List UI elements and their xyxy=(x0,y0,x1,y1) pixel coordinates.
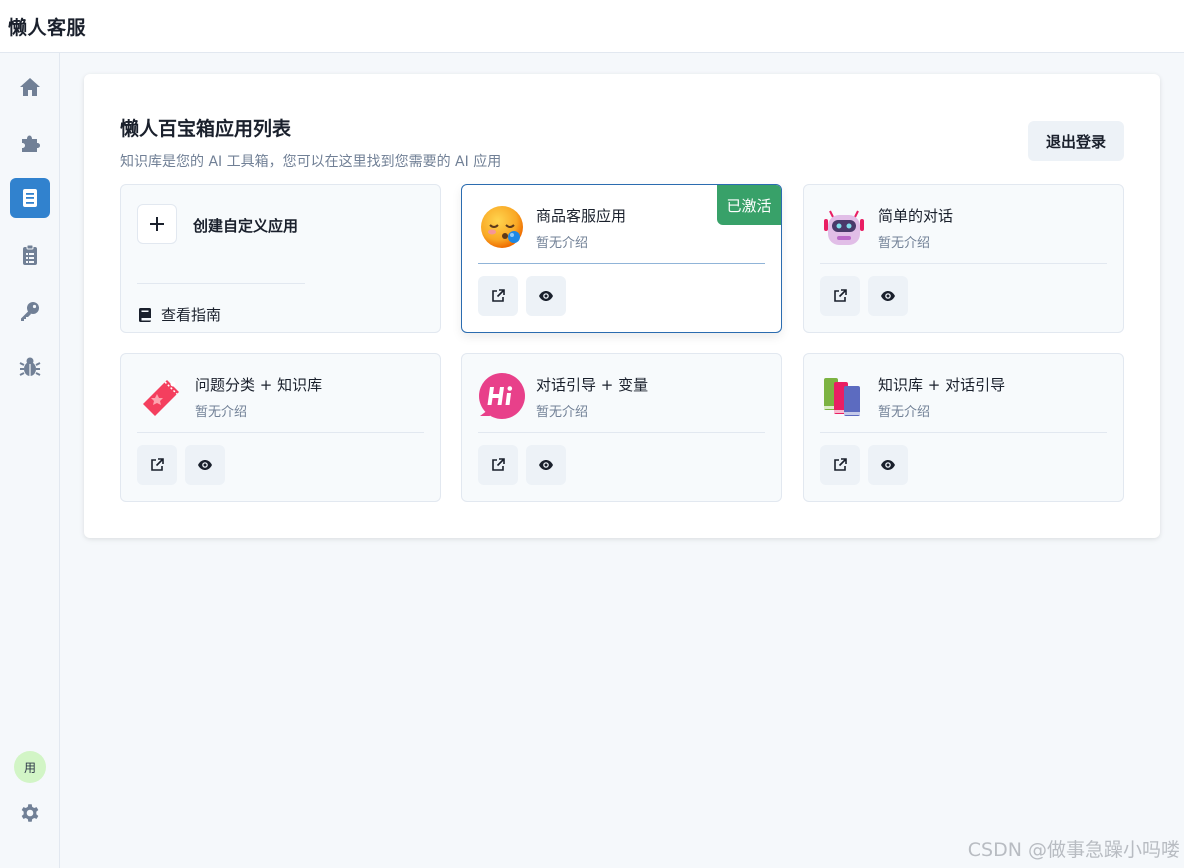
app-name: 知识库 + 对话引导 xyxy=(878,376,1006,394)
external-link-icon xyxy=(834,289,847,302)
external-link-icon xyxy=(151,458,164,471)
divider xyxy=(478,263,765,264)
view-guide-label: 查看指南 xyxy=(161,306,222,324)
bug-icon xyxy=(19,357,41,376)
sidebar-item-home[interactable] xyxy=(10,67,50,107)
app-desc: 暂无介绍 xyxy=(536,236,589,251)
page-title: 懒人百宝箱应用列表 xyxy=(120,118,292,140)
app-desc: 暂无介绍 xyxy=(195,405,248,420)
divider xyxy=(137,432,424,433)
settings-button[interactable] xyxy=(16,799,44,827)
app-card-product-service[interactable]: 商品客服应用 暂无介绍 已激活 xyxy=(461,184,782,333)
watermark: CSDN @做事急躁小吗喽 xyxy=(967,839,1180,861)
status-badge: 已激活 xyxy=(717,185,781,225)
app-name: 问题分类 + 知识库 xyxy=(195,376,323,394)
sidebar-item-keys[interactable] xyxy=(10,291,50,331)
gear-icon xyxy=(21,804,39,822)
book-icon xyxy=(139,307,151,322)
create-app-button[interactable] xyxy=(137,204,177,244)
sidebar-item-knowledge[interactable] xyxy=(10,178,50,218)
open-app-button[interactable] xyxy=(137,445,177,485)
books-icon xyxy=(824,378,860,416)
robot-icon xyxy=(824,210,864,245)
preview-app-button[interactable] xyxy=(185,445,225,485)
app-card-simple-chat[interactable]: 简单的对话 暂无介绍 xyxy=(803,184,1124,333)
avatar[interactable]: 用 xyxy=(14,751,46,783)
create-app-label: 创建自定义应用 xyxy=(193,217,299,235)
divider xyxy=(820,432,1107,433)
app-desc: 暂无介绍 xyxy=(878,405,931,420)
preview-app-button[interactable] xyxy=(526,276,566,316)
clipboard-icon xyxy=(23,244,37,265)
sidebar-item-tasks[interactable] xyxy=(10,235,50,275)
app-name: 简单的对话 xyxy=(878,207,954,225)
sidebar-item-debug[interactable] xyxy=(10,347,50,387)
eye-icon xyxy=(539,460,553,470)
sidebar: 用 xyxy=(0,53,60,868)
app-name: 商品客服应用 xyxy=(536,207,627,225)
open-app-button[interactable] xyxy=(478,276,518,316)
external-link-icon xyxy=(834,458,847,471)
top-bar: 懒人客服 xyxy=(0,0,1184,53)
sidebar-item-plugins[interactable] xyxy=(10,123,50,163)
eye-icon xyxy=(198,460,212,470)
divider xyxy=(137,283,305,284)
eye-icon xyxy=(539,291,553,301)
create-app-card: 创建自定义应用 查看指南 xyxy=(120,184,441,333)
preview-app-button[interactable] xyxy=(526,445,566,485)
app-desc: 暂无介绍 xyxy=(536,405,589,420)
eye-icon xyxy=(881,291,895,301)
app-card-dialog-guide[interactable]: 对话引导 + 变量 暂无介绍 xyxy=(461,353,782,502)
hi-bubble-icon xyxy=(479,373,525,419)
app-card-knowledge-guide[interactable]: 知识库 + 对话引导 暂无介绍 xyxy=(803,353,1124,502)
app-list-panel: 懒人百宝箱应用列表 知识库是您的 AI 工具箱，您可以在这里找到您需要的 AI … xyxy=(84,74,1160,538)
divider xyxy=(478,432,765,433)
brand-title: 懒人客服 xyxy=(8,16,87,39)
page-subtitle: 知识库是您的 AI 工具箱，您可以在这里找到您需要的 AI 应用 xyxy=(120,154,502,170)
app-name: 对话引导 + 变量 xyxy=(536,376,649,394)
plus-icon xyxy=(150,217,164,231)
open-app-button[interactable] xyxy=(820,445,860,485)
sleepy-face-icon xyxy=(481,206,523,248)
logout-button[interactable]: 退出登录 xyxy=(1028,121,1124,161)
ticket-icon xyxy=(143,380,179,416)
open-app-button[interactable] xyxy=(820,276,860,316)
divider xyxy=(820,263,1107,264)
eye-icon xyxy=(881,460,895,470)
external-link-icon xyxy=(492,458,505,471)
home-icon xyxy=(20,78,40,96)
preview-app-button[interactable] xyxy=(868,445,908,485)
puzzle-icon xyxy=(22,135,40,152)
app-desc: 暂无介绍 xyxy=(878,236,931,251)
book-icon xyxy=(23,189,37,207)
preview-app-button[interactable] xyxy=(868,276,908,316)
view-guide-link[interactable]: 查看指南 xyxy=(137,304,221,325)
app-card-question-classify[interactable]: 问题分类 + 知识库 暂无介绍 xyxy=(120,353,441,502)
open-app-button[interactable] xyxy=(478,445,518,485)
external-link-icon xyxy=(492,289,505,302)
key-icon xyxy=(21,302,39,321)
